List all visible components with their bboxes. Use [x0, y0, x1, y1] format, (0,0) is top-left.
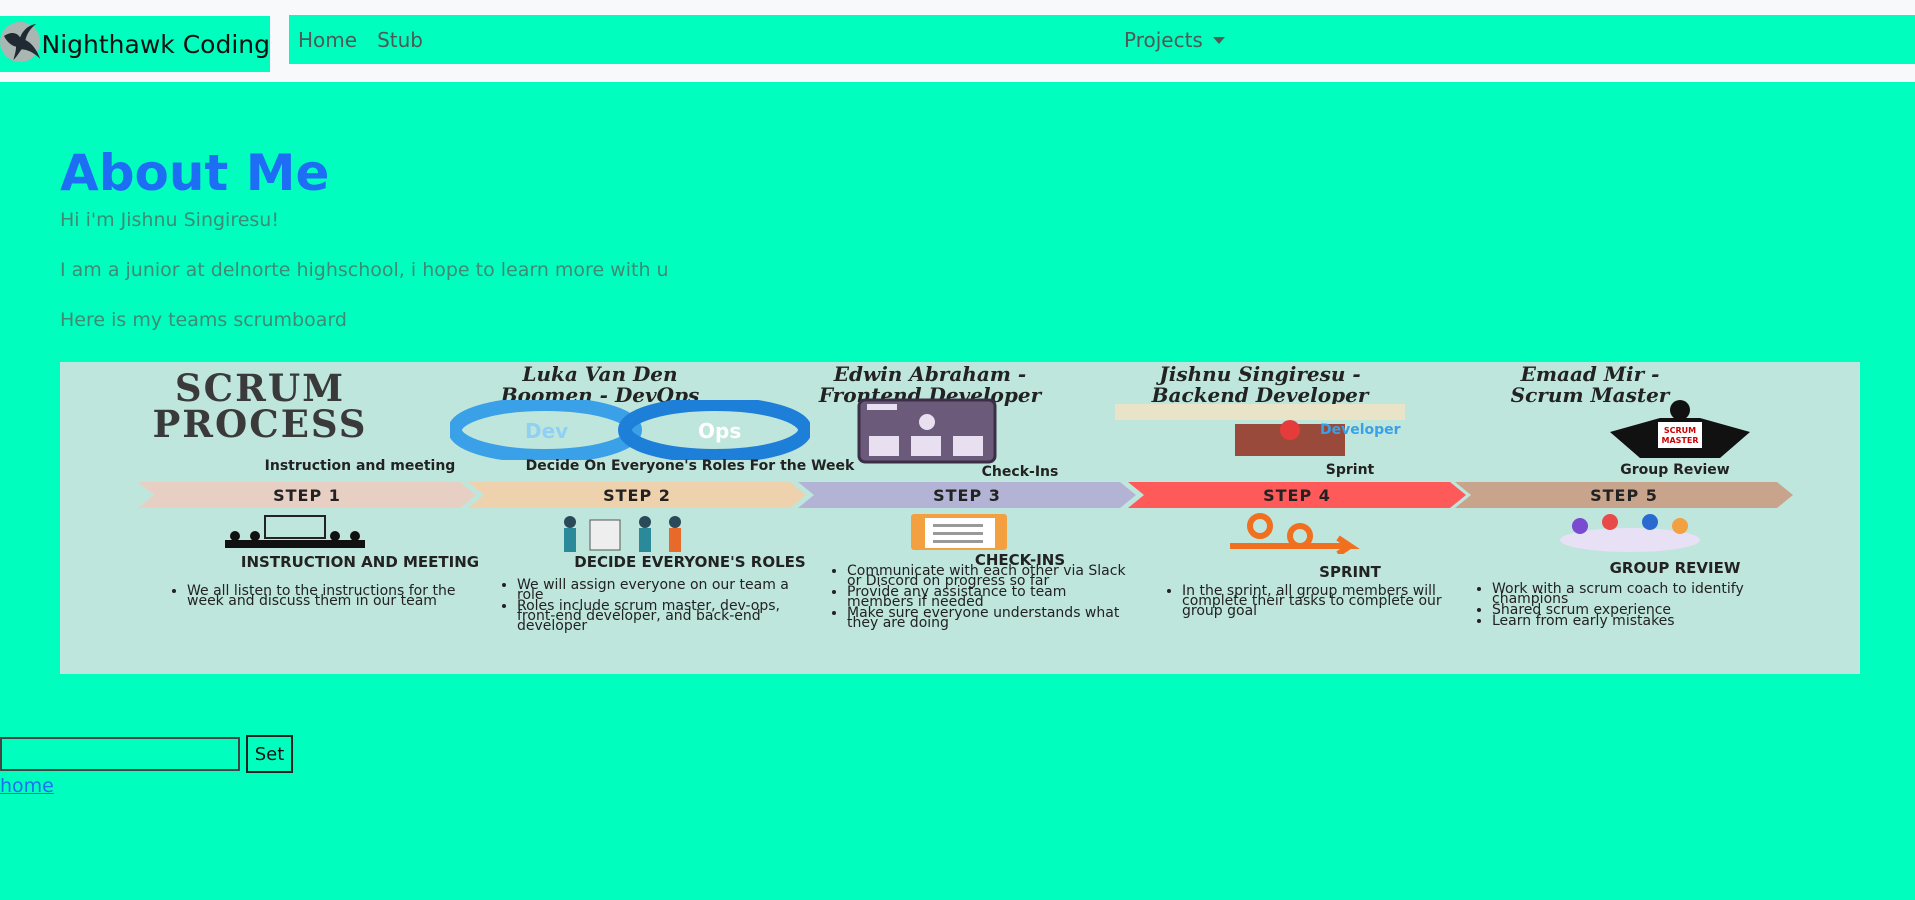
scrum-title-line2: PROCESS: [152, 402, 368, 446]
step1-heading: INSTRUCTION AND MEETING: [240, 553, 480, 571]
list-item: Make sure everyone understands what they…: [847, 606, 1127, 630]
set-form: Set: [0, 735, 293, 773]
step5-arrow: STEP 5: [1455, 482, 1793, 508]
navbar: Home Stub Projects: [289, 15, 1915, 64]
scrum-title-line1: SCRUM: [174, 366, 346, 410]
step3-label: STEP 3: [933, 485, 1001, 505]
step3-bullets: Communicate with each other via Slack or…: [825, 564, 1127, 630]
step3-arrow: STEP 3: [798, 482, 1136, 508]
list-item: Work with a scrum coach to identify cham…: [1492, 582, 1772, 606]
brand-name[interactable]: Nighthawk Coding: [42, 30, 270, 59]
step1-arrow: STEP 1: [138, 482, 476, 508]
group-review-icon: [1560, 514, 1700, 552]
devops-ops-text: Ops: [698, 419, 741, 443]
step5-top-label: Group Review: [1620, 462, 1730, 478]
scrum-process-title: SCRUM PROCESS: [90, 366, 430, 446]
step4-arrow: STEP 4: [1128, 482, 1466, 508]
devops-dev-text: Dev: [525, 419, 568, 443]
projects-dropdown[interactable]: Projects: [1124, 15, 1225, 64]
list-item: We all listen to the instructions for th…: [187, 584, 467, 608]
step4-heading: SPRINT: [1319, 563, 1381, 581]
checklist-icon: [911, 514, 1007, 550]
backend-developer-word: Developer: [1320, 422, 1401, 438]
scrumboard-image: SCRUM PROCESS Luka Van Den Boomen - DevO…: [60, 362, 1860, 674]
page-title: About Me: [60, 144, 330, 202]
team-roles-icon: [564, 516, 681, 552]
member-name-line1: Emaad Mir -: [1520, 362, 1660, 386]
main-content: About Me Hi i'm Jishnu Singiresu! I am a…: [60, 140, 1860, 334]
intro-text: Hi i'm Jishnu Singiresu!: [60, 209, 279, 231]
list-item: Communicate with each other via Slack or…: [847, 564, 1127, 588]
set-button[interactable]: Set: [246, 735, 293, 773]
nav-home-link[interactable]: Home: [298, 28, 357, 52]
home-link[interactable]: home: [0, 775, 54, 797]
scrum-master-icon: SCRUM MASTER: [1610, 400, 1750, 458]
step1-top-label: Instruction and meeting: [264, 458, 456, 474]
list-item: Roles include scrum master, dev-ops, fro…: [517, 599, 797, 633]
step2-arrow: STEP 2: [468, 482, 806, 508]
step2-top-label: Decide On Everyone's Roles For the Week: [525, 458, 855, 474]
list-item: In the sprint, all group members will co…: [1182, 584, 1462, 618]
step4-bullets: In the sprint, all group members will co…: [1160, 584, 1462, 618]
scrumboard-intro-text: Here is my teams scrumboard: [60, 309, 347, 331]
member-luka: Luka Van Den Boomen - DevOps: [430, 362, 770, 405]
brand[interactable]: Nighthawk Coding: [0, 16, 270, 72]
set-input[interactable]: [0, 737, 240, 771]
step2-bullets: We will assign everyone on our team a ro…: [495, 578, 797, 633]
member-name-line1: Luka Van Den: [522, 362, 678, 386]
bio-text: I am a junior at delnorte highschool, i …: [60, 259, 669, 281]
frontend-dashboard-icon: [857, 398, 997, 464]
member-name-line1: Jishnu Singiresu -: [1159, 362, 1361, 386]
backend-developer-icon: Developer: [1115, 404, 1405, 456]
step5-label: STEP 5: [1590, 485, 1658, 505]
meeting-icon: [225, 515, 365, 548]
member-jishnu: Jishnu Singiresu - Backend Developer: [1090, 362, 1430, 405]
step2-label: STEP 2: [603, 485, 671, 505]
caret-down-icon: [1212, 37, 1225, 44]
scrum-master-badge-line2: MASTER: [1662, 436, 1699, 445]
list-item: Provide any assistance to team members i…: [847, 585, 1127, 609]
step1-bullets: We all listen to the instructions for th…: [165, 584, 467, 608]
step5-heading: GROUP REVIEW: [1609, 559, 1741, 577]
list-item: Learn from early mistakes: [1492, 614, 1772, 628]
sprint-icon: [1230, 513, 1360, 554]
step2-heading: DECIDE EVERYONE'S ROLES: [574, 553, 806, 571]
member-name-line1: Edwin Abraham -: [833, 362, 1027, 386]
step3-top-label: Check-Ins: [981, 464, 1059, 480]
devops-infinity-icon: Dev Ops: [450, 400, 810, 460]
step4-top-label: Sprint: [1325, 462, 1375, 478]
nav-stub-link[interactable]: Stub: [377, 28, 423, 52]
list-item: We will assign everyone on our team a ro…: [517, 578, 797, 602]
step1-label: STEP 1: [273, 485, 341, 505]
scrum-master-badge-line1: SCRUM: [1664, 426, 1696, 435]
step5-bullets: Work with a scrum coach to identify cham…: [1470, 582, 1772, 628]
projects-dropdown-label: Projects: [1124, 27, 1203, 52]
nighthawk-logo-icon: [0, 21, 41, 63]
step4-label: STEP 4: [1263, 485, 1331, 505]
